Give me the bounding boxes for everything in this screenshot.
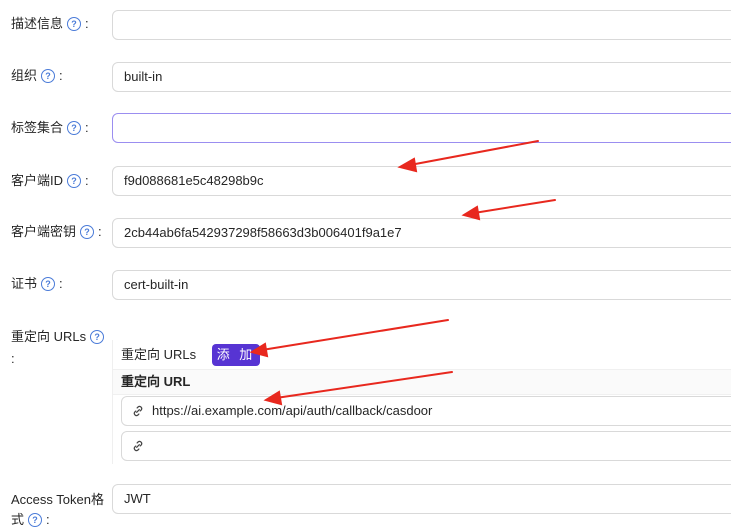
access-token-format-label-text: 式 bbox=[11, 512, 25, 527]
link-icon bbox=[133, 405, 143, 417]
redirect-urls-section-title: 重定向 URLs bbox=[121, 347, 197, 362]
organization-label-text: 组织 bbox=[11, 68, 38, 83]
client-secret-input[interactable]: 2cb44ab6fa542937298f58663d3b006401f9a1e7 bbox=[112, 218, 731, 248]
colon: : bbox=[46, 512, 50, 527]
help-icon[interactable]: ? bbox=[28, 512, 43, 527]
help-icon[interactable]: ? bbox=[80, 224, 95, 239]
cert-label: 证书?: bbox=[11, 274, 63, 294]
redirect-urls-colon: : bbox=[11, 351, 15, 366]
organization-select[interactable]: built-in bbox=[112, 62, 731, 92]
client-id-label-text: 客户端ID bbox=[11, 173, 64, 188]
help-icon[interactable]: ? bbox=[90, 329, 105, 344]
annotation-arrow bbox=[409, 140, 539, 166]
colon: : bbox=[59, 68, 63, 83]
cert-label-text: 证书 bbox=[11, 276, 38, 291]
description-label-text: 描述信息 bbox=[11, 16, 64, 31]
client-id-input[interactable]: f9d088681e5c48298b9c bbox=[112, 166, 731, 196]
colon: : bbox=[85, 120, 89, 135]
redirect-url-value: https://ai.example.com/api/auth/callback… bbox=[152, 403, 433, 418]
access-token-format-select[interactable]: JWT bbox=[112, 484, 731, 514]
help-icon[interactable]: ? bbox=[67, 16, 82, 31]
description-input[interactable] bbox=[112, 10, 731, 40]
access-token-format-label: Access Token格 bbox=[11, 492, 104, 507]
help-icon[interactable]: ? bbox=[67, 173, 82, 188]
client-secret-label: 客户端密钥?: bbox=[11, 222, 102, 242]
redirect-urls-label: 重定向 URLs? bbox=[11, 327, 108, 347]
colon: : bbox=[98, 224, 102, 239]
help-icon[interactable]: ? bbox=[67, 120, 82, 135]
redirect-url-input[interactable]: https://ai.example.com/api/auth/callback… bbox=[121, 396, 731, 426]
tags-label-text: 标签集合 bbox=[11, 120, 64, 135]
access-token-format-label-line2: 式?: bbox=[11, 510, 50, 530]
organization-label: 组织?: bbox=[11, 66, 63, 86]
redirect-urls-label-text: 重定向 URLs bbox=[11, 329, 87, 344]
colon: : bbox=[85, 173, 89, 188]
help-icon[interactable]: ? bbox=[41, 68, 56, 83]
client-id-label: 客户端ID?: bbox=[11, 171, 89, 191]
colon: : bbox=[85, 16, 89, 31]
redirect-url-input[interactable] bbox=[121, 431, 731, 461]
description-label: 描述信息?: bbox=[11, 14, 89, 34]
cert-select[interactable]: cert-built-in bbox=[112, 270, 731, 300]
tags-input[interactable] bbox=[112, 113, 731, 143]
annotation-arrow bbox=[473, 199, 556, 214]
link-icon bbox=[133, 440, 143, 452]
client-secret-label-text: 客户端密钥 bbox=[11, 224, 77, 239]
add-redirect-url-button[interactable]: 添 加 bbox=[212, 344, 260, 366]
help-icon[interactable]: ? bbox=[41, 276, 56, 291]
tags-label: 标签集合?: bbox=[11, 118, 89, 138]
redirect-url-column-header: 重定向 URL bbox=[113, 369, 731, 395]
colon: : bbox=[59, 276, 63, 291]
